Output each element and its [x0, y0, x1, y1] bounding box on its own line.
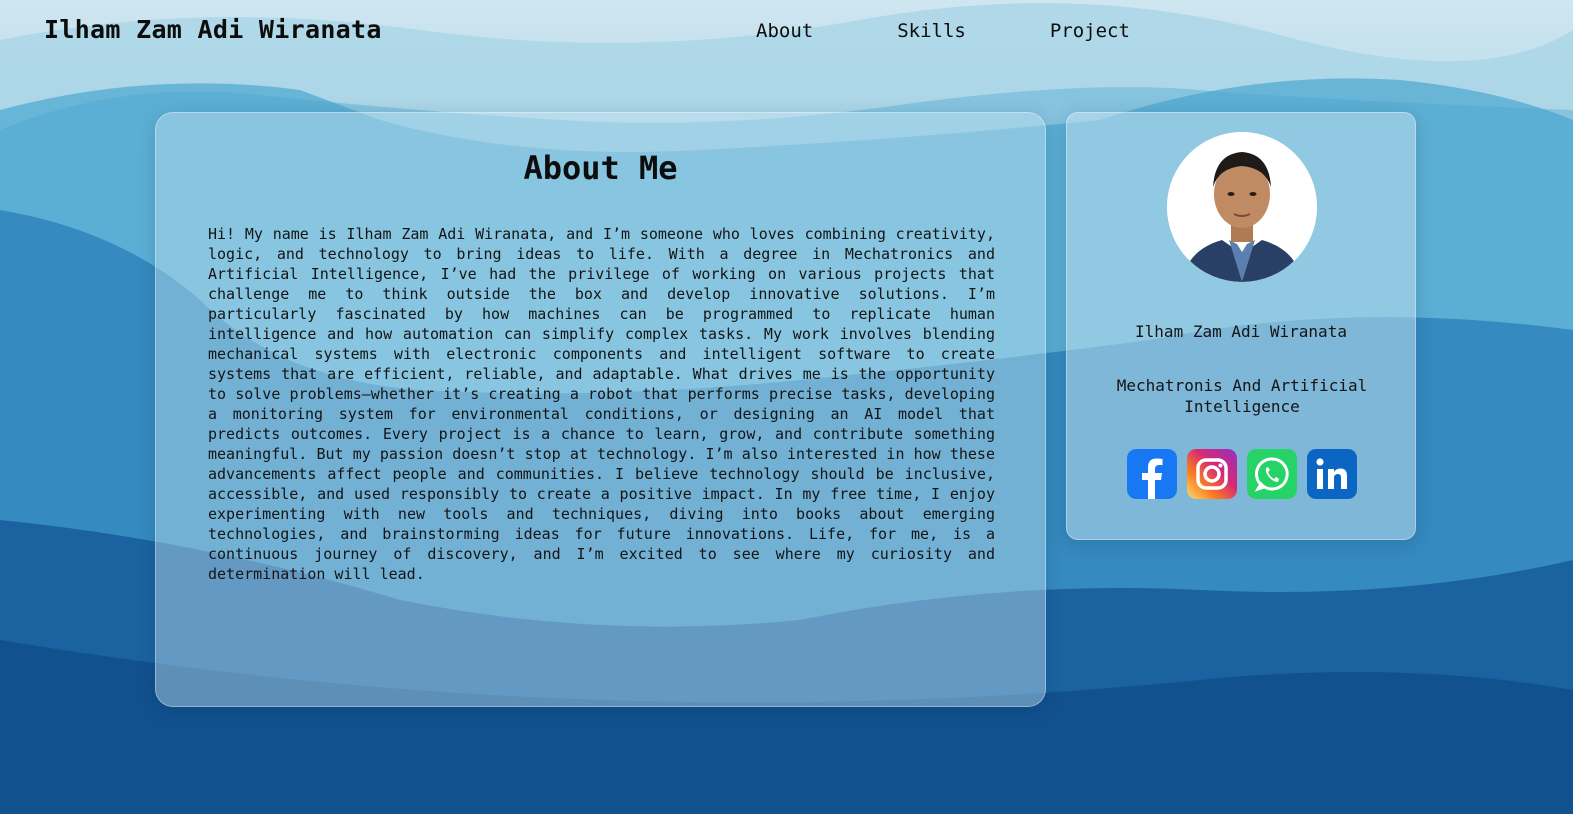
site-brand[interactable]: Ilham Zam Adi Wiranata: [44, 15, 382, 44]
profile-card: Ilham Zam Adi Wiranata Mechatronis And A…: [1066, 112, 1416, 540]
social-links: [1127, 449, 1367, 499]
profile-photo: [1167, 132, 1317, 282]
avatar: [1167, 132, 1317, 282]
about-card: About Me Hi! My name is Ilham Zam Adi Wi…: [155, 112, 1046, 707]
profile-role: Mechatronis And Artificial Intelligence: [1116, 376, 1368, 416]
nav-link-about[interactable]: About: [756, 20, 813, 42]
instagram-link[interactable]: [1187, 449, 1237, 499]
facebook-link[interactable]: [1127, 449, 1177, 499]
main-nav: About Skills Project: [756, 20, 1214, 42]
linkedin-link[interactable]: [1307, 449, 1357, 499]
about-paragraph: Hi! My name is Ilham Zam Adi Wiranata, a…: [208, 225, 995, 583]
linkedin-icon: [1307, 449, 1357, 499]
profile-name: Ilham Zam Adi Wiranata: [1135, 322, 1347, 341]
facebook-icon: [1127, 449, 1177, 499]
whatsapp-icon: [1247, 449, 1297, 499]
whatsapp-link[interactable]: [1247, 449, 1297, 499]
top-navbar: Ilham Zam Adi Wiranata About Skills Proj…: [0, 0, 1573, 64]
about-title: About Me: [523, 149, 678, 187]
nav-link-skills[interactable]: Skills: [897, 20, 966, 42]
nav-link-project[interactable]: Project: [1050, 20, 1130, 42]
instagram-icon: [1187, 449, 1237, 499]
